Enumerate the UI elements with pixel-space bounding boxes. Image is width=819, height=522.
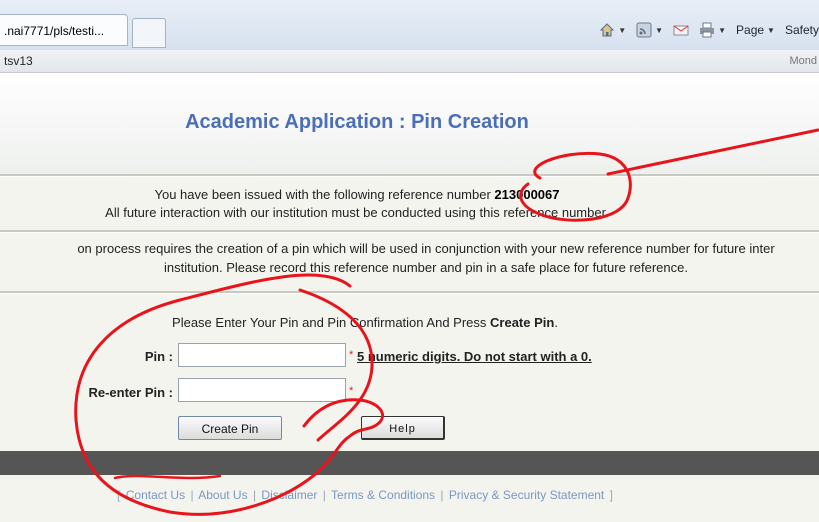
page-title: Academic Application : Pin Creation <box>185 111 529 133</box>
site-tab[interactable]: tsv13 <box>4 50 33 72</box>
reference-line-2: All future interaction with our institut… <box>105 205 609 220</box>
instruction-emphasis: Create Pin <box>490 315 555 330</box>
page-menu-label: Page <box>736 23 765 37</box>
page-menu[interactable]: Page ▼ <box>736 23 775 37</box>
home-button[interactable]: ▼ <box>599 22 626 38</box>
pin-label: Pin : <box>144 349 173 364</box>
required-marker: * <box>349 349 354 361</box>
footer-separator: | <box>322 488 326 502</box>
new-tab-button[interactable] <box>132 18 166 48</box>
browser-tab-title: .nai7771/pls/testi... <box>4 24 105 38</box>
reenter-pin-input[interactable] <box>178 378 346 402</box>
pin-info: on process requires the creation of a pi… <box>0 239 819 277</box>
instruction-text: Please Enter Your Pin and Pin Confirmati… <box>172 315 487 330</box>
pin-hint: 5 numeric digits. Do not start with a 0. <box>357 349 592 364</box>
mail-icon <box>673 22 689 38</box>
footer-bracket: ] <box>609 488 613 502</box>
pin-info-line-1: on process requires the creation of a pi… <box>77 241 775 256</box>
help-button[interactable]: Help <box>361 416 445 440</box>
divider <box>0 291 819 294</box>
form-instruction: Please Enter Your Pin and Pin Confirmati… <box>0 315 730 330</box>
home-icon <box>599 22 615 38</box>
command-toolbar: ▼ ▼ ▼ Page ▼ Safety <box>599 16 819 44</box>
pin-info-line-2: institution. Please record this referenc… <box>164 260 688 275</box>
footer-bar <box>0 451 819 475</box>
footer-link-about-us[interactable]: About Us <box>198 488 247 502</box>
chevron-down-icon[interactable]: ▼ <box>718 26 726 35</box>
page-content: Academic Application : Pin Creation You … <box>0 73 819 522</box>
browser-chrome: .nai7771/pls/testi... ▼ ▼ ▼ Page ▼ Safet… <box>0 0 819 51</box>
footer-separator: | <box>252 488 257 502</box>
chevron-down-icon: ▼ <box>767 25 775 35</box>
date-text: Mond <box>789 55 817 67</box>
chevron-down-icon[interactable]: ▼ <box>618 26 626 35</box>
pin-input[interactable] <box>178 343 346 367</box>
feeds-button[interactable]: ▼ <box>636 22 663 38</box>
footer-links: [ Contact Us | About Us | Disclaimer | T… <box>0 488 730 502</box>
safety-menu-label: Safety <box>784 23 819 37</box>
print-button[interactable]: ▼ <box>699 22 726 38</box>
reference-number: 213000067 <box>494 187 560 202</box>
reenter-pin-label: Re-enter Pin : <box>88 385 173 400</box>
create-pin-button[interactable]: Create Pin <box>178 416 282 440</box>
print-icon <box>699 22 715 38</box>
divider <box>0 174 819 177</box>
mail-button[interactable] <box>673 22 689 38</box>
footer-link-disclaimer[interactable]: Disclaimer <box>261 488 317 502</box>
feeds-icon <box>636 22 652 38</box>
footer-separator: | <box>190 488 194 502</box>
footer-link-privacy[interactable]: Privacy & Security Statement <box>449 488 604 502</box>
reference-notice: You have been issued with the following … <box>0 186 714 222</box>
reference-line-text: You have been issued with the following … <box>154 187 491 202</box>
browser-tab[interactable]: .nai7771/pls/testi... <box>0 14 128 46</box>
safety-menu[interactable]: Safety <box>785 23 819 37</box>
footer-separator: | <box>440 488 444 502</box>
footer-link-terms[interactable]: Terms & Conditions <box>331 488 435 502</box>
footer-link-contact-us[interactable]: Contact Us <box>126 488 185 502</box>
instruction-period: . <box>554 315 558 330</box>
site-tab-bar: tsv13 Mond <box>0 50 819 73</box>
divider <box>0 230 819 233</box>
chevron-down-icon[interactable]: ▼ <box>655 26 663 35</box>
required-marker: * <box>349 385 354 397</box>
footer-bracket: [ <box>117 488 121 502</box>
